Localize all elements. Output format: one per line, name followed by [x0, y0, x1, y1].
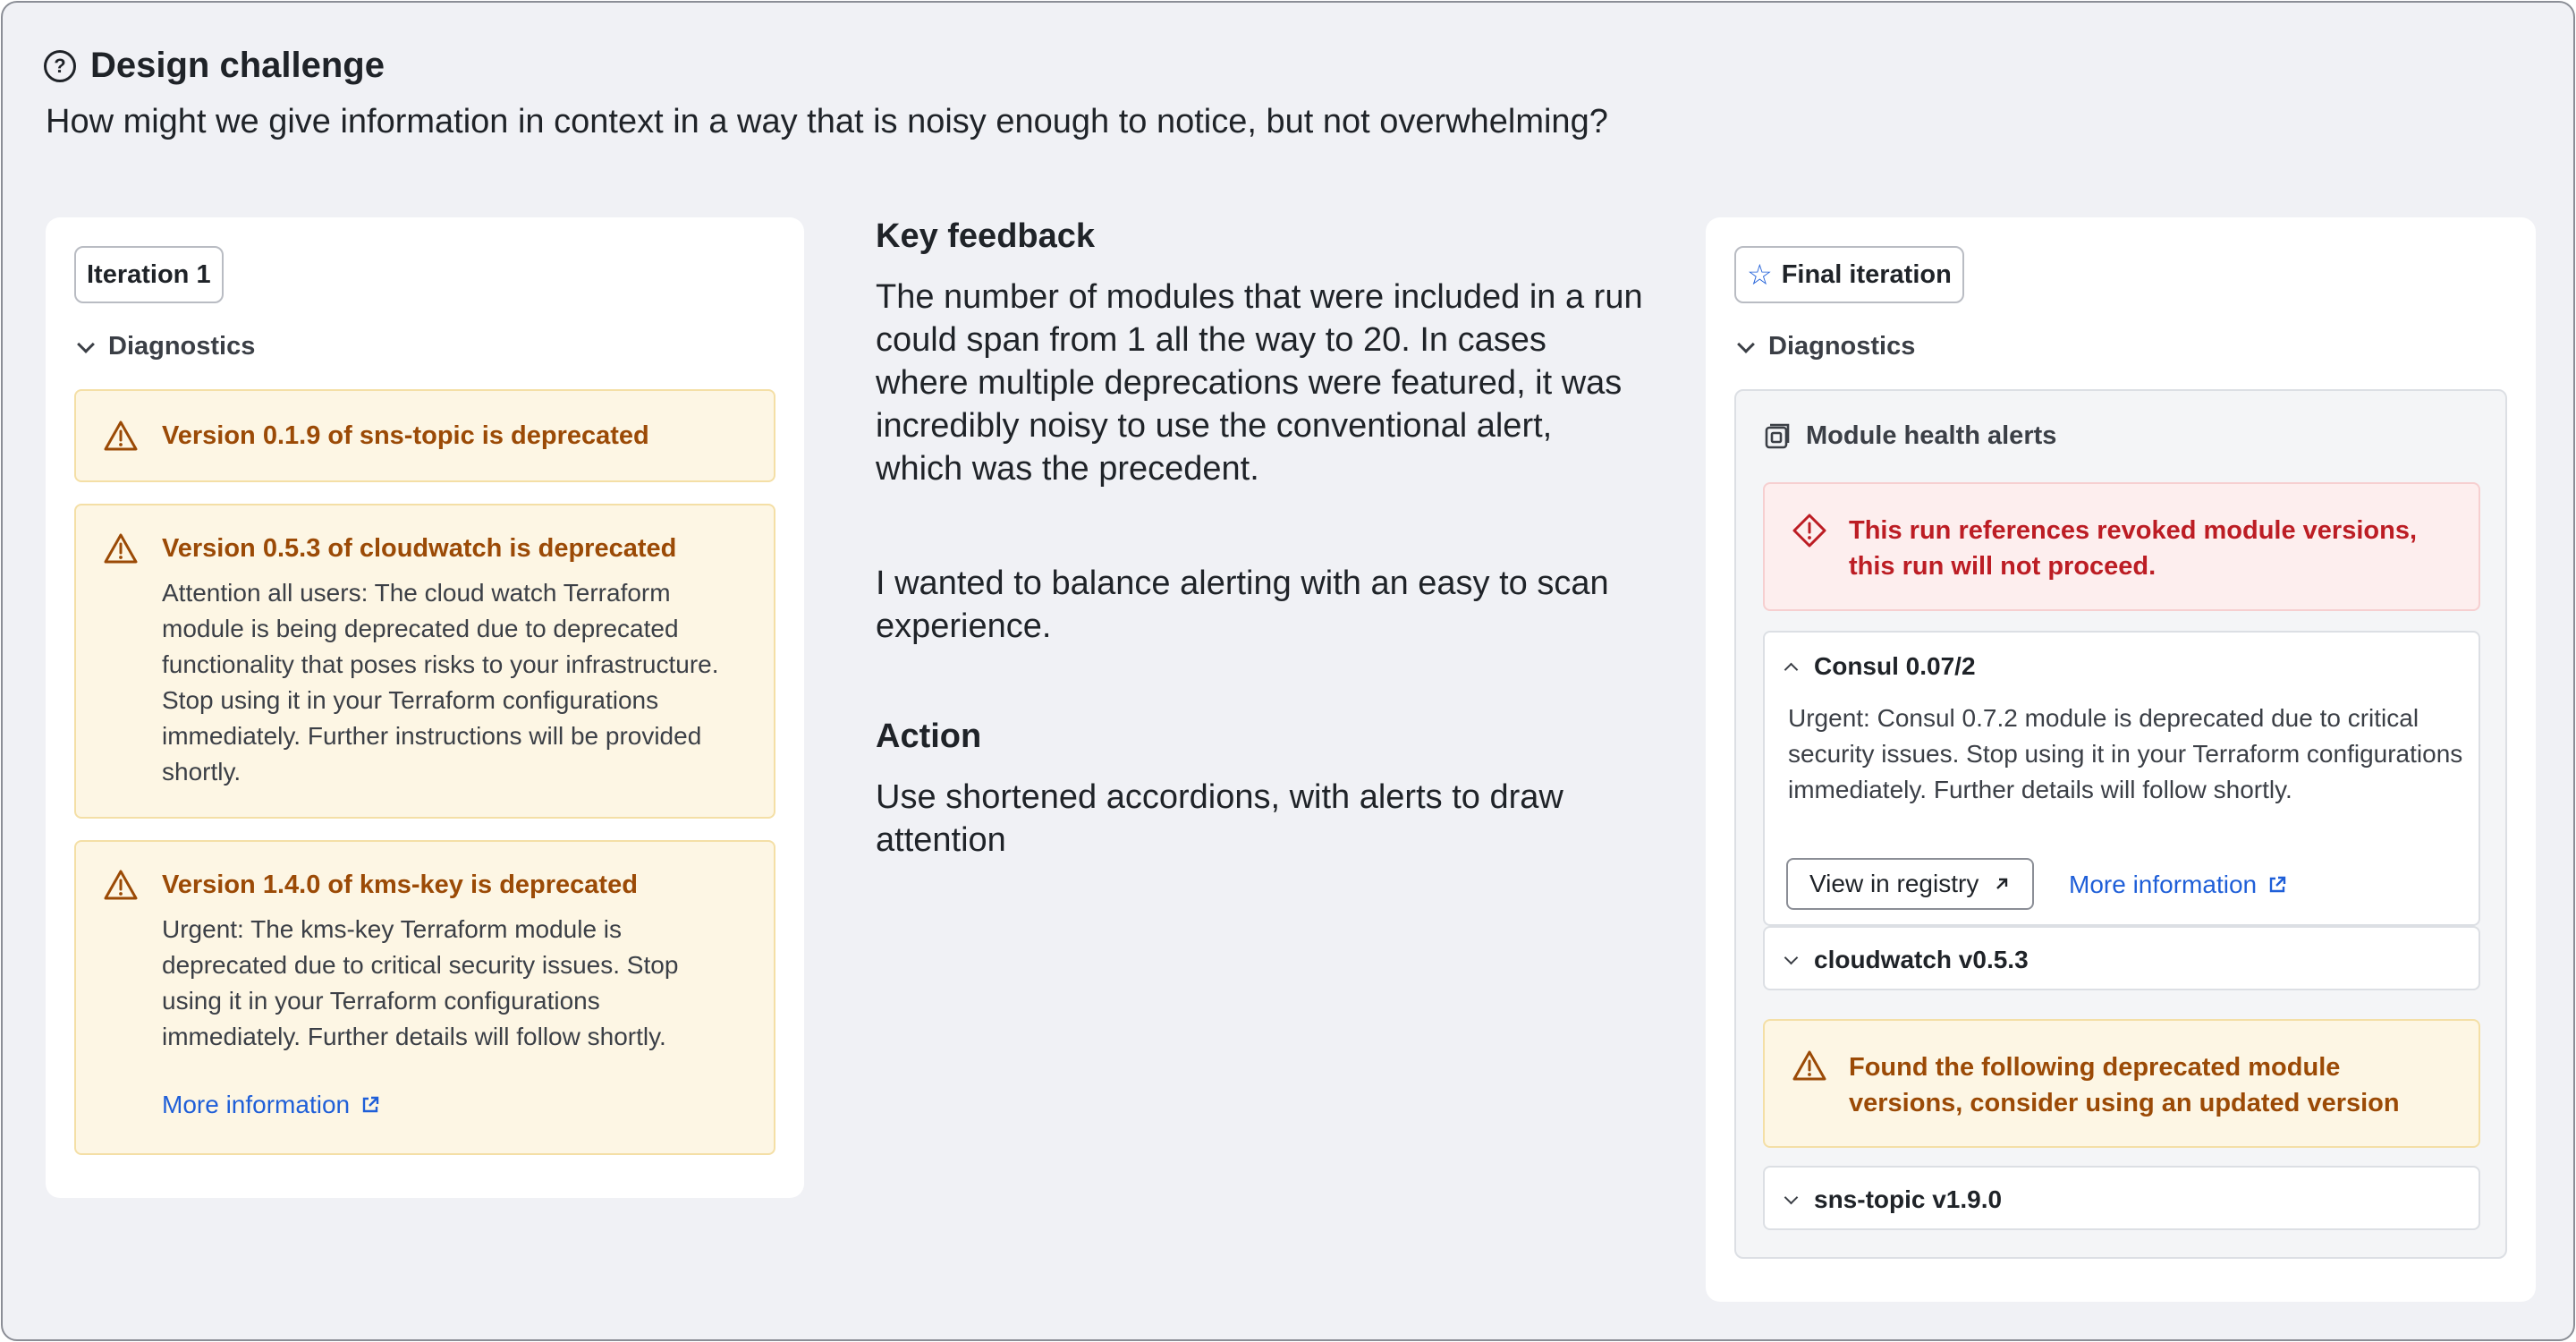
- more-information-link[interactable]: More information: [2069, 871, 2287, 899]
- revoked-versions-alert-text: This run references revoked module versi…: [1849, 516, 2418, 581]
- diagnostics-label: Diagnostics: [1768, 332, 1916, 361]
- consul-accordion-title: Consul 0.07/2: [1814, 652, 1976, 680]
- alert-title: Version 0.1.9 of sns-topic is deprecated: [162, 421, 649, 450]
- chevron-down-icon: [1784, 950, 1799, 964]
- cloudwatch-accordion[interactable]: cloudwatch v0.5.3: [1763, 926, 2480, 990]
- warning-triangle-icon: [104, 533, 138, 564]
- challenge-question: How might we give information in context…: [46, 103, 1608, 140]
- chevron-up-icon: [1784, 662, 1799, 676]
- sns-topic-accordion[interactable]: sns-topic v1.9.0: [1763, 1166, 2480, 1230]
- chevron-down-icon: [1737, 335, 1755, 353]
- arrow-up-right-icon: [1996, 878, 2008, 889]
- consul-accordion-toggle[interactable]: Consul 0.07/2: [1784, 652, 1976, 681]
- warning-triangle-icon: [104, 420, 138, 451]
- module-health-alerts-title: Module health alerts: [1806, 421, 2057, 450]
- deprecation-alert: Version 0.1.9 of sns-topic is deprecated: [74, 389, 775, 482]
- module-icon: [1765, 423, 1790, 448]
- view-in-registry-label: View in registry: [1809, 870, 1979, 897]
- deprecation-alert: Version 0.5.3 of cloudwatch is deprecate…: [74, 504, 775, 819]
- sns-topic-accordion-title: sns-topic v1.9.0: [1814, 1185, 2003, 1213]
- alert-title: Version 1.4.0 of kms-key is deprecated: [162, 871, 638, 899]
- design-challenge-frame: ? Design challenge How might we give inf…: [1, 1, 2575, 1341]
- more-information-link[interactable]: More information: [162, 1091, 380, 1119]
- alert-body: Attention all users: The cloud watch Ter…: [162, 579, 719, 786]
- module-health-alerts-header: Module health alerts: [1765, 421, 2056, 451]
- external-link-icon: [362, 1096, 379, 1113]
- key-feedback-section: Key feedback The number of modules that …: [876, 217, 1645, 862]
- help-circle-icon: ?: [44, 49, 76, 82]
- deprecated-versions-alert-text: Found the following deprecated module ve…: [1849, 1053, 2400, 1117]
- key-feedback-paragraph-2: I wanted to balance alerting with an eas…: [876, 565, 1609, 645]
- more-information-label: More information: [2069, 871, 2258, 898]
- star-icon: ☆: [1747, 259, 1773, 291]
- page-title: Design challenge: [90, 46, 385, 85]
- revoked-versions-alert: This run references revoked module versi…: [1763, 482, 2480, 611]
- cloudwatch-accordion-title: cloudwatch v0.5.3: [1814, 946, 2029, 973]
- external-link-icon: [2269, 876, 2286, 893]
- deprecation-alert: Version 1.4.0 of kms-key is deprecated U…: [74, 840, 775, 1155]
- consul-accordion-body: Urgent: Consul 0.7.2 module is deprecate…: [1788, 704, 2463, 803]
- cloudwatch-accordion-toggle[interactable]: cloudwatch v0.5.3: [1784, 946, 2029, 974]
- iteration-1-card: Iteration 1 Diagnostics Version 0.1.9 of…: [46, 217, 804, 1198]
- diagnostics-label: Diagnostics: [108, 332, 256, 361]
- iteration-1-tag: Iteration 1: [74, 246, 224, 303]
- diagnostics-accordion-toggle[interactable]: Diagnostics: [77, 332, 256, 361]
- header: ? Design challenge: [44, 46, 385, 86]
- more-information-label: More information: [162, 1091, 351, 1118]
- alert-title: Version 0.5.3 of cloudwatch is deprecate…: [162, 534, 677, 563]
- alert-body: Urgent: The kms-key Terraform module is …: [162, 915, 679, 1050]
- chevron-down-icon: [1784, 1190, 1799, 1204]
- iteration-1-tag-label: Iteration 1: [87, 259, 211, 289]
- error-diamond-icon: [1792, 514, 1826, 548]
- action-paragraph: Use shortened accordions, with alerts to…: [876, 778, 1563, 859]
- final-iteration-tag-label: Final iteration: [1781, 259, 1952, 289]
- deprecated-versions-alert: Found the following deprecated module ve…: [1763, 1019, 2480, 1148]
- final-iteration-tag: ☆ Final iteration: [1734, 246, 1964, 303]
- warning-triangle-icon: [1792, 1050, 1826, 1081]
- warning-triangle-icon: [104, 870, 138, 900]
- action-heading: Action: [876, 718, 982, 755]
- key-feedback-heading: Key feedback: [876, 217, 1096, 255]
- view-in-registry-button[interactable]: View in registry: [1786, 858, 2035, 910]
- diagnostics-accordion-toggle[interactable]: Diagnostics: [1737, 332, 1916, 361]
- key-feedback-paragraph: The number of modules that were included…: [876, 278, 1643, 488]
- consul-accordion: Consul 0.07/2 Urgent: Consul 0.7.2 modul…: [1763, 631, 2480, 926]
- module-health-alerts-panel: Module health alerts This run references…: [1734, 389, 2507, 1259]
- sns-topic-accordion-toggle[interactable]: sns-topic v1.9.0: [1784, 1185, 2003, 1214]
- chevron-down-icon: [77, 335, 95, 353]
